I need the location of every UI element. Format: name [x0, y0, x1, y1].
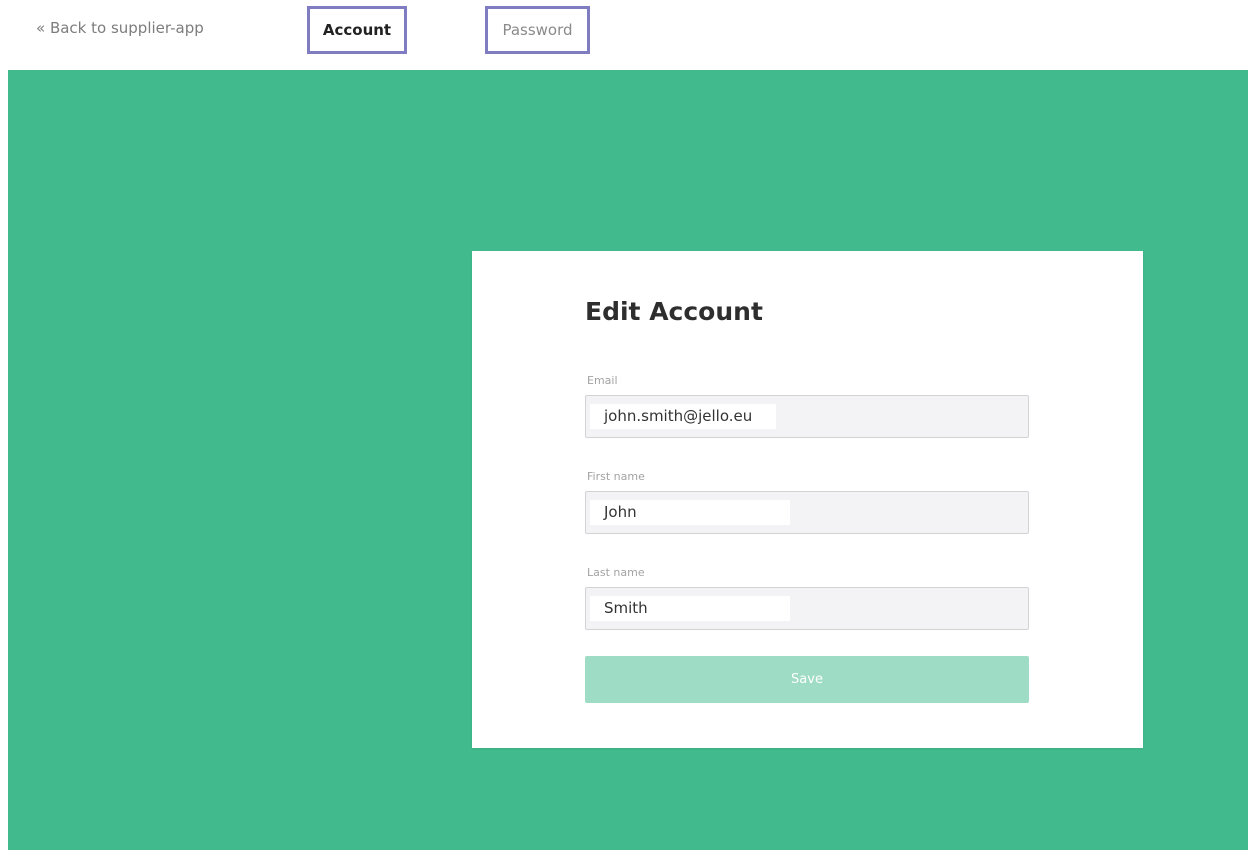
- last-name-label: Last name: [587, 566, 645, 579]
- first-name-field[interactable]: John: [585, 491, 1029, 534]
- save-button[interactable]: Save: [585, 656, 1029, 703]
- email-field[interactable]: john.smith@jello.eu: [585, 395, 1029, 438]
- top-navigation: « Back to supplier-app Account Password: [0, 0, 1248, 70]
- last-name-value: Smith: [590, 596, 790, 621]
- page-title: Edit Account: [585, 297, 763, 326]
- edit-account-card: Edit Account Email john.smith@jello.eu F…: [472, 251, 1143, 748]
- first-name-value: John: [590, 500, 790, 525]
- tab-password[interactable]: Password: [485, 6, 590, 54]
- tab-account[interactable]: Account: [307, 6, 407, 54]
- email-label: Email: [587, 374, 618, 387]
- back-to-app-link[interactable]: « Back to supplier-app: [36, 19, 204, 37]
- last-name-field[interactable]: Smith: [585, 587, 1029, 630]
- first-name-label: First name: [587, 470, 645, 483]
- email-value: john.smith@jello.eu: [590, 404, 776, 429]
